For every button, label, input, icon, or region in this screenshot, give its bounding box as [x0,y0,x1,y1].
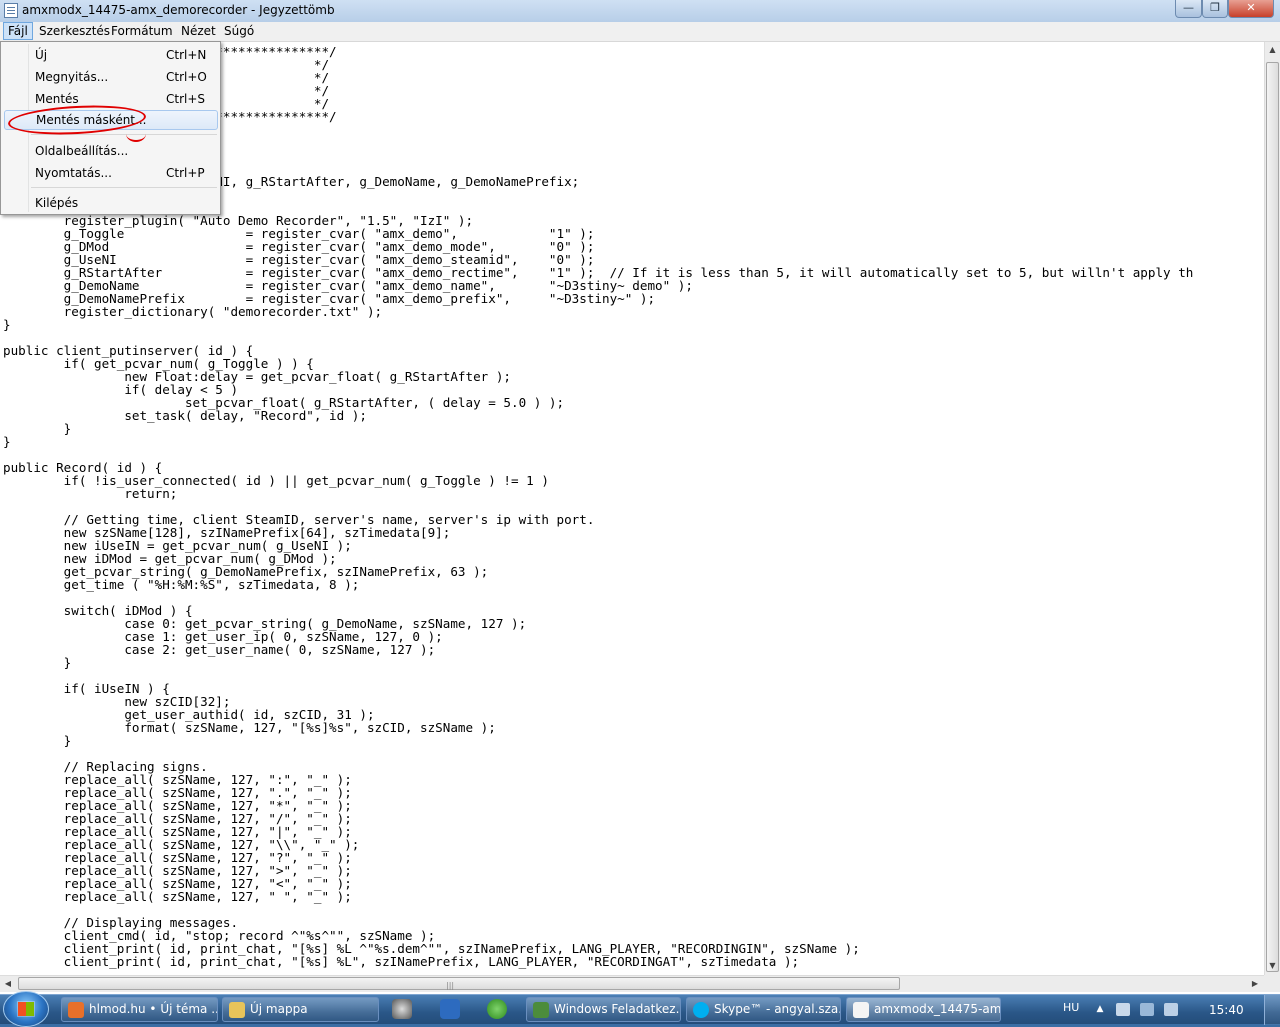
taskbar-item-label: amxmodx_14475-am... [874,1002,1001,1016]
firefox-icon [68,1002,84,1018]
menu-view[interactable]: Nézet [177,23,220,39]
notepad-icon [853,1002,869,1018]
tray-expand-arrow-icon[interactable]: ▲ [1093,1003,1107,1016]
taskbar-item-folder[interactable]: Új mappa [222,997,379,1022]
title-bar[interactable]: amxmodx_14475-amx_demorecorder - Jegyzet… [0,0,1280,23]
taskbar: hlmod.hu • Új téma ... Új mappa Windows … [0,991,1280,1027]
taskbar-item-label: Új mappa [250,1002,308,1016]
clock[interactable]: 15:40 [1209,1003,1244,1017]
horizontal-scrollbar[interactable]: ◀ ||| ▶ [0,975,1264,992]
horizontal-scroll-thumb[interactable]: ||| [18,977,900,990]
menu-bar: Fájl Szerkesztés Formátum Nézet Súgó [0,22,1280,42]
menu-format[interactable]: Formátum [107,23,177,39]
menu-item-page-setup[interactable]: Oldalbeállítás... [4,141,218,161]
taskbar-item-task-manager[interactable]: Windows Feladatkez... [526,997,681,1022]
media-player-icon[interactable] [392,999,412,1019]
language-indicator[interactable]: HU [1063,1001,1079,1014]
scroll-grip-icon: ||| [446,981,455,990]
volume-icon[interactable] [1164,1003,1178,1016]
task-manager-icon [533,1002,549,1018]
taskbar-item-firefox[interactable]: hlmod.hu • Új téma ... [61,997,218,1022]
menu-item-shortcut: Ctrl+O [166,70,207,84]
taskbar-item-notepad[interactable]: amxmodx_14475-am... [846,997,1001,1022]
network-icon[interactable] [1140,1003,1154,1016]
close-button[interactable]: ✕ [1228,0,1274,18]
menu-item-open[interactable]: Megnyitás... Ctrl+O [4,67,218,87]
taskbar-item-skype[interactable]: Skype™ - angyal.sza... [686,997,841,1022]
taskbar-item-label: Windows Feladatkez... [554,1002,681,1016]
menu-item-shortcut: Ctrl+P [166,166,205,180]
red-annotation-tail [126,126,146,142]
menu-item-shortcut: Ctrl+S [166,92,206,106]
notepad-window: amxmodx_14475-amx_demorecorder - Jegyzet… [0,0,1280,994]
notepad-icon[interactable] [4,3,18,18]
vertical-scroll-thumb[interactable] [1266,62,1279,972]
scroll-left-arrow-icon[interactable]: ◀ [0,976,16,992]
flag-icon[interactable] [1116,1003,1130,1016]
menu-item-label: Nyomtatás... [35,166,112,180]
window-title: amxmodx_14475-amx_demorecorder - Jegyzet… [22,3,335,17]
restore-button[interactable]: ❐ [1202,0,1228,18]
menu-item-shortcut: Ctrl+N [166,48,207,62]
minimize-button[interactable]: — [1175,0,1202,18]
taskbar-item-label: Skype™ - angyal.sza... [714,1002,841,1016]
scroll-right-arrow-icon[interactable]: ▶ [1247,976,1263,992]
scroll-up-arrow-icon[interactable]: ▲ [1265,42,1280,58]
menu-item-label: Oldalbeállítás... [35,144,129,158]
menu-item-exit[interactable]: Kilépés [4,193,218,213]
menu-item-print[interactable]: Nyomtatás... Ctrl+P [4,163,218,183]
scrollbar-corner [1264,975,1280,992]
show-desktop-button[interactable] [1264,995,1280,1025]
menu-separator [31,187,217,188]
scroll-down-arrow-icon[interactable]: ▼ [1265,958,1280,974]
menu-item-label: Kilépés [35,196,79,210]
menu-item-new[interactable]: Új Ctrl+N [4,45,218,65]
menu-item-label: Megnyitás... [35,70,109,84]
xfire-icon[interactable] [440,999,460,1019]
vertical-scrollbar[interactable]: ▲ ▼ [1264,42,1280,975]
utorrent-icon[interactable] [487,999,507,1019]
start-button[interactable] [3,991,49,1027]
folder-icon [229,1002,245,1018]
taskbar-item-label: hlmod.hu • Új téma ... [89,1002,218,1016]
menu-edit[interactable]: Szerkesztés [35,23,114,39]
menu-item-label: Új [35,48,48,62]
menu-help[interactable]: Súgó [220,23,258,39]
menu-file[interactable]: Fájl [3,22,33,40]
skype-icon [693,1002,709,1018]
